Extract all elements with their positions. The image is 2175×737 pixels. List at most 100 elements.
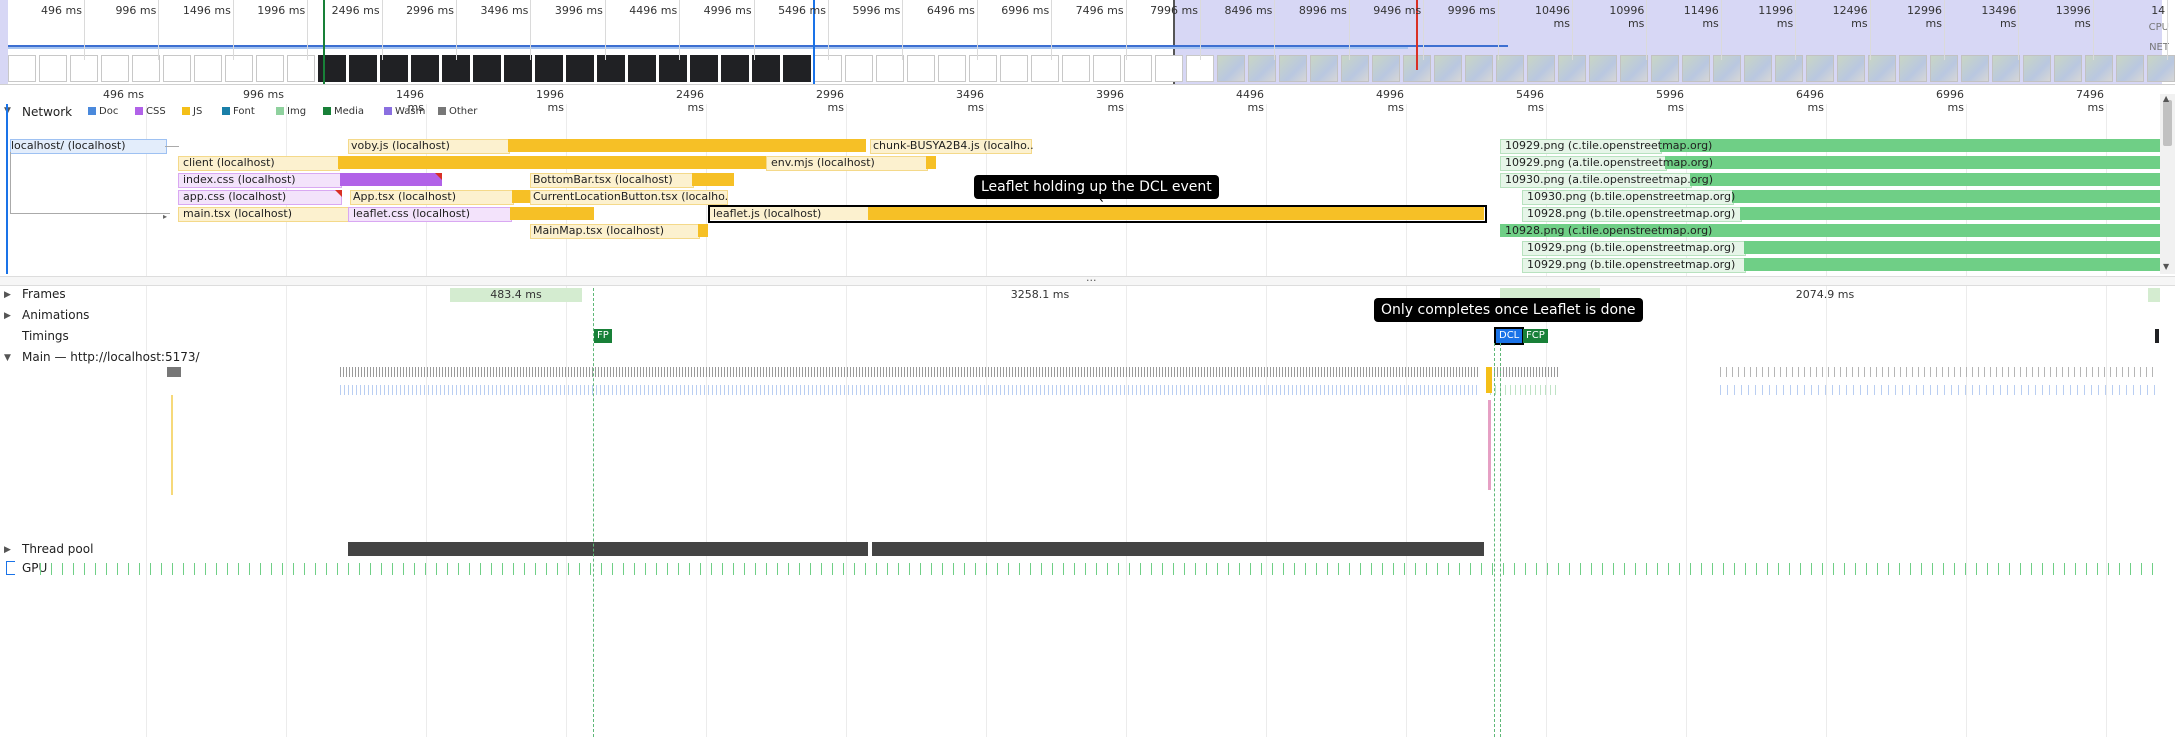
main-subtask[interactable]	[988, 385, 989, 395]
main-task[interactable]	[340, 367, 341, 377]
main-subtask[interactable]	[1308, 385, 1309, 395]
main-task[interactable]	[1846, 367, 1847, 377]
main-subtask[interactable]	[784, 385, 785, 395]
gpu-task[interactable]	[1393, 563, 1394, 575]
main-subtask[interactable]	[1252, 385, 1253, 395]
main-task[interactable]	[385, 367, 386, 377]
main-task[interactable]	[1372, 367, 1373, 377]
main-task[interactable]	[1984, 367, 1985, 377]
gpu-task[interactable]	[1195, 563, 1196, 575]
main-task[interactable]	[1081, 367, 1082, 377]
resize-grip-icon[interactable]: ...	[1086, 271, 1097, 284]
main-task[interactable]	[676, 367, 677, 377]
main-task[interactable]	[565, 367, 566, 377]
filmstrip-frame[interactable]	[411, 55, 439, 82]
gpu-task[interactable]	[1976, 563, 1977, 575]
main-task[interactable]	[1003, 367, 1004, 377]
gpu-task[interactable]	[821, 563, 822, 575]
main-task[interactable]	[1381, 367, 1382, 377]
main-task[interactable]	[1255, 367, 1256, 377]
main-subtask[interactable]	[680, 385, 681, 395]
main-subtask[interactable]	[1300, 385, 1301, 395]
frames-expand-icon[interactable]: ▶	[4, 290, 11, 300]
main-task[interactable]	[727, 367, 728, 377]
main-task[interactable]	[883, 367, 884, 377]
main-task[interactable]	[358, 367, 359, 377]
main-task[interactable]	[715, 367, 716, 377]
request-bar-tile-download[interactable]	[1744, 241, 2160, 254]
main-task[interactable]	[1972, 367, 1973, 377]
main-subtask[interactable]	[2070, 385, 2071, 395]
main-task[interactable]	[463, 367, 464, 377]
main-subtask[interactable]	[1312, 385, 1313, 395]
main-subtask[interactable]	[1148, 385, 1149, 395]
main-task[interactable]	[436, 367, 437, 377]
gpu-task[interactable]	[106, 563, 107, 575]
main-subtask[interactable]	[396, 385, 397, 395]
main-subtask[interactable]	[1986, 385, 1987, 395]
main-subtask[interactable]	[1068, 385, 1069, 395]
main-task[interactable]	[1057, 367, 1058, 377]
main-task[interactable]	[1135, 367, 1136, 377]
gpu-task[interactable]	[293, 563, 294, 575]
main-subtask[interactable]	[724, 385, 725, 395]
main-task[interactable]	[391, 367, 392, 377]
gpu-task[interactable]	[975, 563, 976, 575]
main-task[interactable]	[1237, 367, 1238, 377]
main-task[interactable]	[547, 367, 548, 377]
main-subtask[interactable]	[764, 385, 765, 395]
main-task[interactable]	[805, 367, 806, 377]
main-subtask[interactable]	[788, 385, 789, 395]
gpu-task[interactable]	[2130, 563, 2131, 575]
gpu-task[interactable]	[1327, 563, 1328, 575]
main-task[interactable]	[1144, 367, 1145, 377]
main-subtask[interactable]	[848, 385, 849, 395]
main-task[interactable]	[781, 367, 782, 377]
main-task[interactable]	[2104, 367, 2105, 377]
gpu-task[interactable]	[1701, 563, 1702, 575]
request-bar-apptsx-download[interactable]	[512, 190, 530, 203]
main-task[interactable]	[856, 367, 857, 377]
main-subtask[interactable]	[356, 385, 357, 395]
main-subtask[interactable]	[828, 385, 829, 395]
filmstrip-frame[interactable]	[1031, 55, 1059, 82]
main-task[interactable]	[874, 367, 875, 377]
frames-track-label[interactable]: Frames	[22, 287, 66, 301]
main-subtask[interactable]	[1965, 385, 1966, 395]
main-task[interactable]	[835, 367, 836, 377]
gpu-task[interactable]	[1525, 563, 1526, 575]
main-subtask[interactable]	[364, 385, 365, 395]
main-subtask[interactable]	[2014, 385, 2015, 395]
gpu-task[interactable]	[1756, 563, 1757, 575]
main-subtask[interactable]	[1416, 385, 1417, 395]
main-task[interactable]	[499, 367, 500, 377]
main-task[interactable]	[1039, 367, 1040, 377]
main-task[interactable]	[1102, 367, 1103, 377]
main-subtask[interactable]	[768, 385, 769, 395]
main-subtask[interactable]	[664, 385, 665, 395]
main-task[interactable]	[709, 367, 710, 377]
main-task[interactable]	[1276, 367, 1277, 377]
filmstrip-frame[interactable]	[1775, 55, 1803, 82]
threadpool-activity[interactable]	[872, 542, 1484, 556]
main-task[interactable]	[607, 367, 608, 377]
main-subtask[interactable]	[1468, 385, 1469, 395]
main-subtask[interactable]	[1136, 385, 1137, 395]
main-task[interactable]	[1060, 367, 1061, 377]
main-task[interactable]	[985, 367, 986, 377]
gpu-task[interactable]	[810, 563, 811, 575]
main-subtask[interactable]	[464, 385, 465, 395]
main-task[interactable]	[1042, 367, 1043, 377]
main-task[interactable]	[1834, 367, 1835, 377]
main-subtask[interactable]	[804, 385, 805, 395]
main-task[interactable]	[643, 367, 644, 377]
animations-expand-icon[interactable]: ▶	[4, 311, 11, 321]
main-subtask[interactable]	[2105, 385, 2106, 395]
main-subtask[interactable]	[1352, 385, 1353, 395]
main-task[interactable]	[484, 367, 485, 377]
main-task[interactable]	[892, 367, 893, 377]
main-subtask[interactable]	[1260, 385, 1261, 395]
gpu-task[interactable]	[381, 563, 382, 575]
gpu-track-label[interactable]: GPU	[22, 561, 47, 575]
main-task[interactable]	[922, 367, 923, 377]
